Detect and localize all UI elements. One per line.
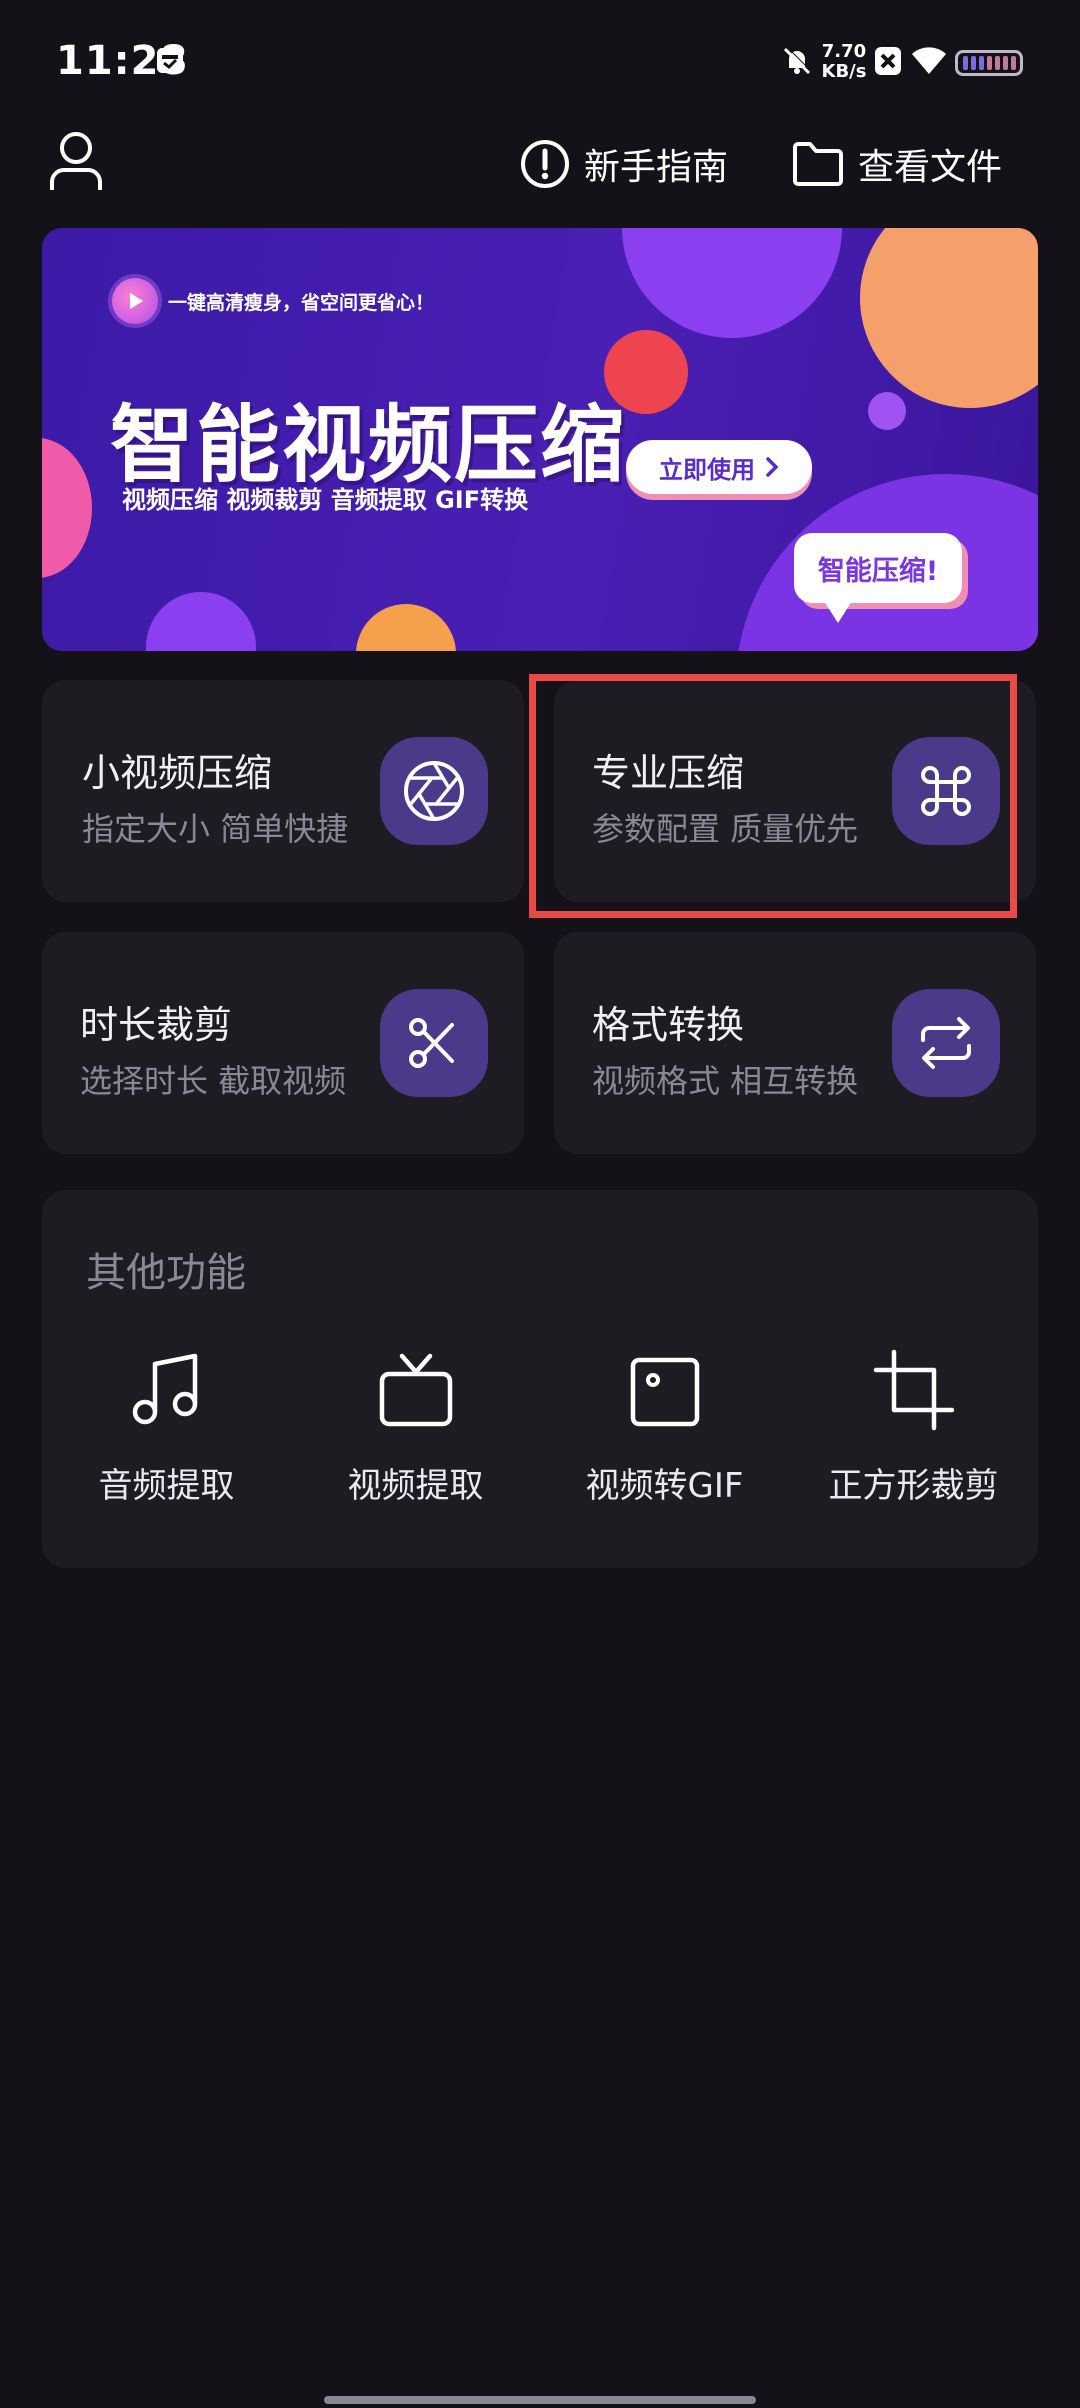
banner-decor-circle [146,592,256,651]
card-format-convert[interactable]: 格式转换 视频格式 相互转换 [554,932,1036,1154]
func-label: 正方形裁剪 [828,1466,999,1506]
card-subtitle: 指定大小 简单快捷 [82,810,349,848]
wifi-icon [910,44,948,80]
card-title: 格式转换 [592,1003,745,1047]
func-label: 视频转GIF [585,1466,744,1506]
guide-label: 新手指南 [584,147,729,188]
func-video-to-gif[interactable]: 视频转GIF [540,1340,789,1540]
banner-decor-circle [42,438,92,578]
guide-button[interactable]: 新手指南 [520,138,728,190]
use-now-label: 立即使用 [659,455,755,484]
banner-subtitle: 视频压缩 视频裁剪 音频提取 GIF转换 [122,486,529,514]
promo-banner[interactable]: 一键高清瘦身，省空间更省心！ 智能视频压缩 视频压缩 视频裁剪 音频提取 GIF… [42,228,1038,651]
mute-bell-icon [780,44,814,82]
use-now-button[interactable]: 立即使用 [626,440,812,494]
net-speed-value: 7.70 [821,41,867,62]
card-subtitle: 选择时长 截取视频 [80,1062,347,1100]
profile-button[interactable] [48,130,108,200]
app-notification-icon [874,46,902,80]
other-functions-panel: 其他功能 音频提取 视频提取 视频转GIF 正方形裁剪 [42,1190,1038,1568]
func-video-extract[interactable]: 视频提取 [291,1340,540,1540]
user-icon [50,132,102,190]
card-small-video-compress[interactable]: 小视频压缩 指定大小 简单快捷 [42,680,524,902]
battery-icon [955,50,1023,76]
folder-icon [793,142,843,186]
net-speed: 7.70 KB/s [820,42,868,82]
banner-decor-circle [860,228,1038,408]
net-speed-unit: KB/s [821,61,867,82]
banner-bubble-text: 智能压缩! [817,555,939,587]
banner-tagline: 一键高清瘦身，省空间更省心！ [112,278,434,324]
calendar-notification-icon [154,44,186,80]
chevron-right-icon [766,457,779,477]
card-title: 时长裁剪 [80,1003,233,1047]
aperture-icon [380,737,488,845]
other-functions-title: 其他功能 [86,1250,246,1296]
card-title: 小视频压缩 [82,751,273,795]
image-icon [625,1340,705,1440]
banner-speech-bubble: 智能压缩! [794,533,962,623]
banner-tagline-text: 一键高清瘦身，省空间更省心！ [168,291,435,314]
repeat-icon [892,989,1000,1097]
func-label: 视频提取 [347,1466,484,1506]
tv-icon [376,1340,456,1440]
banner-decor-circle [622,228,842,338]
func-square-crop[interactable]: 正方形裁剪 [789,1340,1038,1540]
files-label: 查看文件 [858,147,1003,188]
banner-decor-circle [356,604,456,651]
card-duration-trim[interactable]: 时长裁剪 选择时长 截取视频 [42,932,524,1154]
func-audio-extract[interactable]: 音频提取 [42,1340,291,1540]
top-bar: 新手指南 查看文件 [0,130,1080,220]
highlight-box [529,674,1017,918]
play-logo-icon [112,278,158,324]
func-label: 音频提取 [98,1466,235,1506]
banner-decor-circle [868,392,906,430]
info-circle-icon [521,140,569,188]
crop-icon [872,1340,956,1440]
scissors-icon [380,989,488,1097]
status-bar: 11:28 7.70 KB/s [0,0,1080,120]
view-files-button[interactable]: 查看文件 [792,138,1002,190]
home-indicator[interactable] [324,2396,756,2404]
music-icon [127,1340,207,1440]
card-subtitle: 视频格式 相互转换 [592,1062,859,1100]
